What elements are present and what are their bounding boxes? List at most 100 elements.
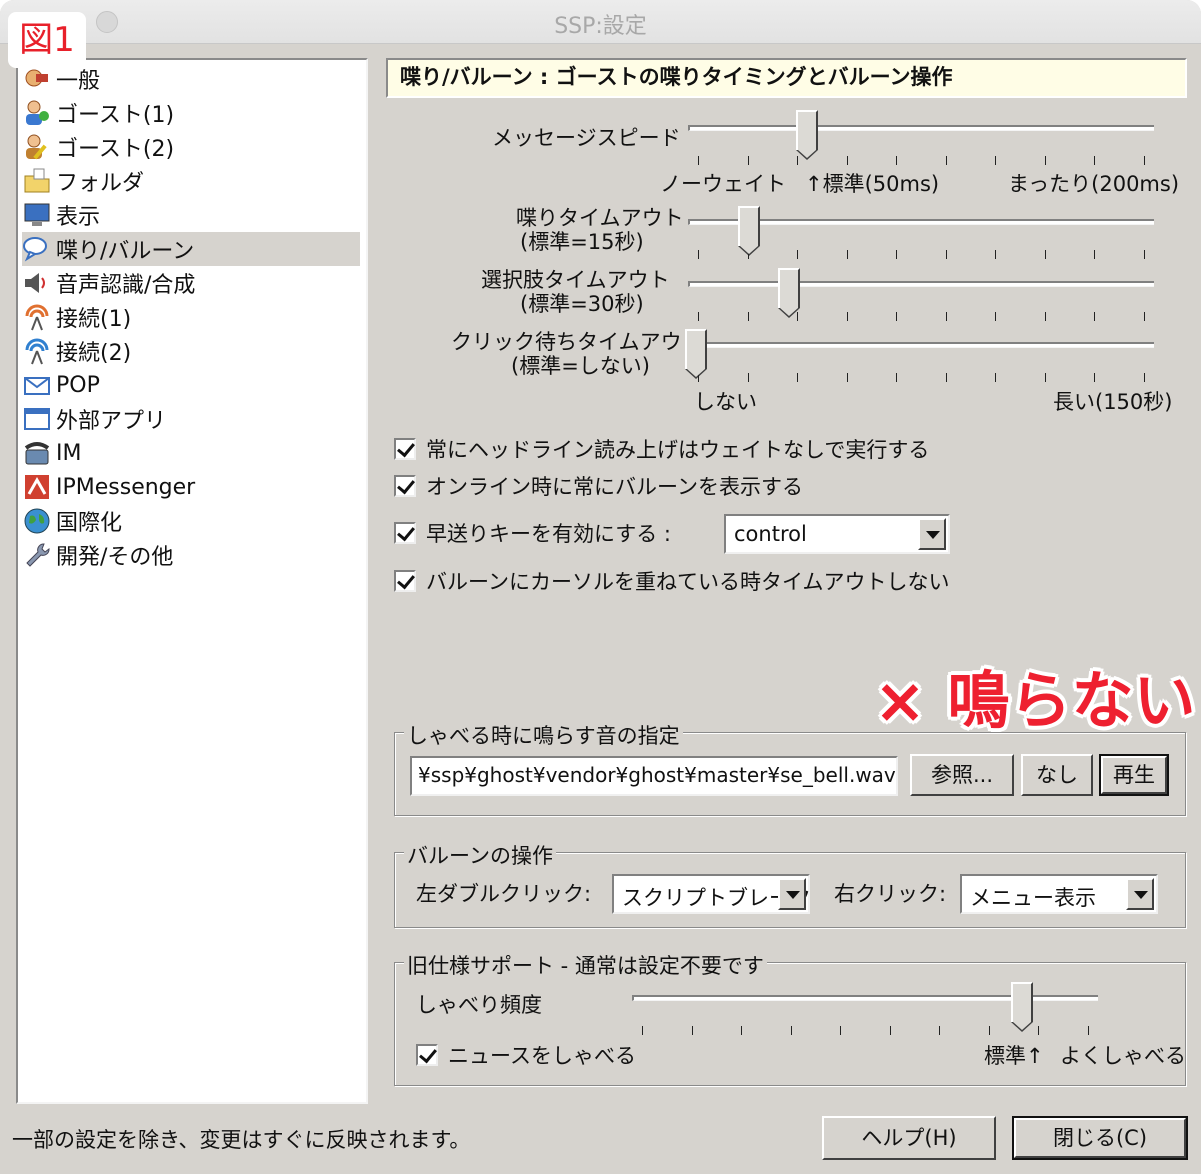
play-button[interactable]: 再生 xyxy=(1099,754,1169,796)
browse-button[interactable]: 参照... xyxy=(910,754,1014,796)
right-click-select[interactable]: メニュー表示 xyxy=(960,874,1158,914)
message-speed-min-label: ノーウェイト xyxy=(660,172,786,196)
talk-frequency-slider[interactable] xyxy=(1011,982,1033,1032)
slider-tick xyxy=(1094,250,1095,259)
none-button[interactable]: なし xyxy=(1021,754,1093,796)
close-button[interactable]: 閉じる(C) xyxy=(1012,1116,1188,1160)
slider-tick xyxy=(896,156,897,165)
choice-timeout-track[interactable] xyxy=(688,281,1154,287)
balloon-operation-title: バルーンの操作 xyxy=(404,840,556,870)
category-tree[interactable]: 一般 ゴースト(1) ゴースト(2) フォルダ 表示 喋り/バルーン 音声認識/… xyxy=(16,58,368,1104)
news-talk-checkbox[interactable] xyxy=(416,1044,438,1066)
slider-tick xyxy=(642,1026,643,1035)
sidebar-item-external-app[interactable]: 外部アプリ xyxy=(22,402,166,436)
talk-timeout-slider[interactable] xyxy=(738,206,760,256)
slider-tick xyxy=(797,250,798,259)
chevron-down-icon[interactable] xyxy=(778,878,806,910)
sidebar-item-dev-other[interactable]: 開発/その他 xyxy=(22,538,173,572)
left-dblclick-select[interactable]: スクリプトブレーク xyxy=(612,874,811,914)
choice-timeout-std-label: (標準=30秒) xyxy=(520,292,644,316)
sidebar-item-display[interactable]: 表示 xyxy=(22,198,100,232)
slider-tick xyxy=(698,312,699,321)
fast-forward-key-select[interactable]: control xyxy=(724,514,950,554)
talk-frequency-std-label: 標準↑ xyxy=(984,1044,1044,1068)
window-title: SSP:設定 xyxy=(554,14,647,39)
antenna-icon xyxy=(22,302,52,332)
talk-frequency-label: しゃべり頻度 xyxy=(416,993,542,1017)
slider-tick xyxy=(946,373,947,382)
sidebar-item-connection2[interactable]: 接続(2) xyxy=(22,334,131,368)
chevron-down-icon[interactable] xyxy=(918,518,946,550)
sidebar-item-pop[interactable]: POP xyxy=(22,368,100,402)
slider-tick xyxy=(1045,156,1046,165)
headline-nowait-checkbox[interactable] xyxy=(394,438,416,460)
click-timeout-track[interactable] xyxy=(688,342,1154,348)
slider-tick xyxy=(939,1026,940,1035)
sidebar-item-ghost1[interactable]: ゴースト(1) xyxy=(22,96,174,130)
slider-tick xyxy=(946,312,947,321)
balloon-hover-checkbox[interactable] xyxy=(394,570,416,592)
settings-window: SSP:設定 図1 一般 ゴースト(1) ゴースト(2) フォルダ 表示 喋り/… xyxy=(0,0,1201,1174)
slider-tick xyxy=(890,1026,891,1035)
left-dblclick-label: 左ダブルクリック: xyxy=(416,882,592,906)
slider-tick xyxy=(896,373,897,382)
figure-label: 図1 xyxy=(8,12,86,68)
slider-tick xyxy=(847,312,848,321)
sidebar-item-ghost2[interactable]: ゴースト(2) xyxy=(22,130,174,164)
online-balloon-label: オンライン時に常にバルーンを表示する xyxy=(426,475,803,499)
slider-tick xyxy=(1094,156,1095,165)
choice-timeout-slider[interactable] xyxy=(778,268,800,318)
slider-tick xyxy=(995,373,996,382)
sidebar-item-label: 音声認識/合成 xyxy=(56,273,196,298)
globe-icon xyxy=(22,506,52,536)
chevron-down-icon[interactable] xyxy=(1126,878,1154,910)
slider-tick xyxy=(1045,373,1046,382)
slider-tick xyxy=(1088,1026,1089,1035)
balloon-hover-label: バルーンにカーソルを重ねている時タイムアウトしない xyxy=(426,570,950,594)
slider-tick xyxy=(847,250,848,259)
folder-icon xyxy=(22,166,52,196)
window-icon xyxy=(22,404,52,434)
click-timeout-slider[interactable] xyxy=(685,329,707,379)
talk-timeout-label: 喋りタイムアウト xyxy=(516,206,684,230)
sidebar-item-label: フォルダ xyxy=(56,171,145,196)
sidebar-item-label: 表示 xyxy=(56,205,101,230)
click-timeout-max-label: 長い(150秒) xyxy=(1053,390,1173,414)
slider-tick xyxy=(847,373,848,382)
message-speed-slider[interactable] xyxy=(796,110,818,160)
fast-forward-label: 早送りキーを有効にする : xyxy=(426,522,671,546)
slider-tick xyxy=(748,373,749,382)
sidebar-item-voice[interactable]: 音声認識/合成 xyxy=(22,266,195,300)
sound-path-input[interactable]: ¥ssp¥ghost¥vendor¥ghost¥master¥se_bell.w… xyxy=(410,756,898,796)
click-timeout-min-label: しない xyxy=(694,390,757,414)
slider-tick xyxy=(698,250,699,259)
sidebar-item-label: 外部アプリ xyxy=(56,409,167,434)
slider-tick xyxy=(797,373,798,382)
sidebar-item-folder[interactable]: フォルダ xyxy=(22,164,144,198)
sidebar-item-label: IM xyxy=(56,440,82,466)
sidebar-item-connection1[interactable]: 接続(1) xyxy=(22,300,131,334)
sidebar-item-im[interactable]: IM xyxy=(22,436,81,470)
sidebar-item-i18n[interactable]: 国際化 xyxy=(22,504,122,538)
general-icon xyxy=(22,64,52,94)
sidebar-item-ipmessenger[interactable]: IPMessenger xyxy=(22,470,195,504)
slider-tick xyxy=(692,1026,693,1035)
slider-tick xyxy=(995,156,996,165)
choice-timeout-label: 選択肢タイムアウト xyxy=(481,268,670,292)
slider-tick xyxy=(1094,373,1095,382)
sidebar-item-talk-balloon[interactable]: 喋り/バルーン xyxy=(22,232,360,266)
online-balloon-checkbox[interactable] xyxy=(394,475,416,497)
click-timeout-label: クリック待ちタイムアウト xyxy=(451,330,703,354)
slider-tick xyxy=(748,312,749,321)
help-button[interactable]: ヘルプ(H) xyxy=(822,1116,996,1160)
slider-tick xyxy=(946,156,947,165)
message-speed-track[interactable] xyxy=(688,125,1154,131)
ipmessenger-icon xyxy=(22,472,52,502)
slider-tick xyxy=(1144,312,1145,321)
talk-timeout-std-label: (標準=15秒) xyxy=(520,230,644,254)
message-speed-std-label: ↑標準(50ms) xyxy=(805,172,940,196)
panel-header: 喋り/バルーン : ゴーストの喋りタイミングとバルーン操作 xyxy=(386,58,1187,98)
telephone-icon xyxy=(22,438,52,468)
fast-forward-checkbox[interactable] xyxy=(394,522,416,544)
sidebar-item-label: ゴースト(2) xyxy=(56,137,175,162)
